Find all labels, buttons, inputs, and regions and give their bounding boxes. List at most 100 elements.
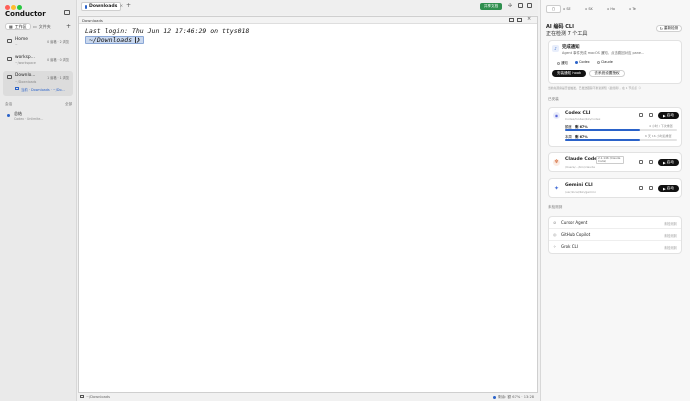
notify-note: 当前先观察是否会触发，已发送跟踪不重复通知（最终用），在 1 节点点（） bbox=[548, 86, 643, 90]
panel-title: AI 编码 CLI bbox=[546, 24, 574, 30]
refresh-button[interactable]: ↻ 重新检测 bbox=[656, 25, 682, 32]
maximize-icon[interactable] bbox=[517, 18, 522, 22]
start-claude-button[interactable]: ▶ 启动 bbox=[658, 159, 679, 166]
right-tab-se[interactable]: ▫ SE bbox=[563, 5, 583, 13]
sidebar: Conductor ▦ 工作区 ▭ 文件夹 + Home ~ 0 窗格 · 2 浏览… bbox=[0, 0, 77, 401]
codex-icon: ◉ bbox=[553, 112, 560, 119]
right-tab-ho[interactable]: ▫ Ho bbox=[607, 5, 627, 13]
notify-option-claude[interactable]: Claude bbox=[597, 60, 613, 64]
folder-icon bbox=[80, 395, 84, 398]
workspace-active-pane[interactable]: 当前 · Downloads · ~/Do... bbox=[21, 87, 65, 92]
right-tab-label: SE bbox=[566, 7, 571, 11]
grok-icon: ✧ bbox=[553, 244, 557, 249]
panel-subtitle: 正在检测 7 个工具 bbox=[546, 31, 588, 37]
tool-path: Codex/Codex/bin/codex bbox=[565, 117, 601, 121]
missing-tool-name: GitHub Copilot bbox=[561, 232, 591, 237]
system-settings-button[interactable]: 去系统设置授权 bbox=[589, 70, 625, 77]
tool-card-claude: ✻ Claude Code 2.1.146 (Claude Code) /Use… bbox=[548, 152, 682, 172]
workspace-item-home[interactable]: Home ~ 0 窗格 · 2 浏览 bbox=[3, 35, 73, 49]
sessions-show-all[interactable]: 全部 bbox=[65, 102, 72, 107]
radio-icon bbox=[597, 60, 600, 64]
pane-icon bbox=[15, 87, 19, 90]
copy-icon[interactable] bbox=[639, 160, 643, 164]
bell-icon: ♪ bbox=[552, 45, 559, 52]
session-item[interactable]: 总结 Codex · Unlimite... bbox=[3, 110, 73, 122]
folder-icon[interactable] bbox=[649, 113, 653, 117]
tool-name: Codex CLI bbox=[565, 111, 591, 116]
option-label: Claude bbox=[601, 60, 613, 64]
claude-icon: ✻ bbox=[553, 159, 560, 166]
cursor-icon: ⊘ bbox=[553, 220, 557, 225]
workspace-path: ~/workspace bbox=[15, 61, 36, 65]
meter-note: 6 天 16 小时后重置 bbox=[645, 134, 672, 138]
tab-downloads-label: Downloads bbox=[89, 4, 118, 9]
tab-downloads[interactable]: Downloads × bbox=[81, 2, 123, 11]
play-icon: ▶ bbox=[663, 160, 666, 165]
quota-bar-fill bbox=[565, 139, 641, 141]
sidebar-toggle-icon[interactable] bbox=[64, 10, 70, 15]
missing-tool-row: ⊘ Cursor Agent 未检测到 bbox=[549, 217, 681, 229]
copy-icon[interactable] bbox=[639, 186, 643, 190]
workspace-item-downloads[interactable]: Downlo... ~/Downloads 1 窗格 · 1 浏览 当前 · D… bbox=[3, 71, 73, 96]
sessions-section-label: 会话 bbox=[5, 102, 13, 106]
split-horizontal-icon[interactable] bbox=[518, 3, 523, 8]
installed-section-label: 已安装 bbox=[548, 97, 559, 101]
right-tab-sk[interactable]: ▫ SK bbox=[585, 5, 605, 13]
tab-workspaces[interactable]: ▦ 工作区 bbox=[5, 23, 31, 30]
tab-workspaces-label: 工作区 bbox=[14, 23, 27, 29]
meter-note: 4 小时 / 下次重置 bbox=[649, 124, 673, 128]
missing-tools-list: ⊘ Cursor Agent 未检测到 ◎ GitHub Copilot 未检测… bbox=[548, 216, 682, 254]
workspace-item-workspace[interactable]: worksp... ~/workspace 0 窗格 · 0 浏览 bbox=[3, 53, 73, 67]
workspace-badges: 1 窗格 · 1 浏览 bbox=[47, 76, 69, 80]
folder-icon bbox=[85, 4, 87, 9]
folder-icon[interactable] bbox=[649, 186, 653, 190]
terminal-cursor bbox=[135, 37, 136, 43]
copy-icon[interactable] bbox=[639, 113, 643, 117]
pane-title: Downloads bbox=[82, 17, 103, 23]
radio-icon bbox=[557, 61, 560, 65]
missing-tool-name: Grok CLI bbox=[561, 244, 578, 249]
start-gemini-button[interactable]: ▶ 启动 bbox=[658, 185, 679, 192]
start-label: 启动 bbox=[666, 160, 674, 164]
new-tab-button[interactable]: + bbox=[126, 2, 131, 9]
folder-icon[interactable] bbox=[649, 160, 653, 164]
play-icon: ▶ bbox=[663, 186, 666, 191]
folder-icon bbox=[7, 39, 12, 43]
start-codex-button[interactable]: ▶ 启动 bbox=[658, 112, 679, 119]
notify-option-notify[interactable]: 通知 bbox=[557, 60, 568, 65]
missing-tool-name: Cursor Agent bbox=[561, 220, 588, 225]
install-hook-button[interactable]: 安装通知 hook bbox=[552, 70, 586, 77]
close-tab-icon[interactable]: × bbox=[119, 4, 123, 9]
missing-tool-status: 未检测到 bbox=[664, 245, 677, 250]
add-workspace-icon[interactable]: + bbox=[66, 23, 71, 30]
app-title: Conductor bbox=[5, 10, 46, 18]
notify-desc: Agent 事件完成 macOS 通知，点击跳回对应 pane... bbox=[562, 51, 645, 55]
right-tab-ai[interactable]: ▢ bbox=[546, 5, 561, 13]
missing-tool-status: 未检测到 bbox=[664, 233, 677, 238]
share-button[interactable]: 共享文档 bbox=[480, 3, 502, 10]
status-quota: 剩余: 额 67% · 13:28 bbox=[498, 394, 535, 399]
split-vertical-icon[interactable] bbox=[527, 3, 532, 8]
status-path: ~/Downloads bbox=[86, 394, 110, 399]
tab-bar: Downloads × + 共享文档 ✢ bbox=[78, 0, 538, 15]
workspace-badges: 0 窗格 · 0 浏览 bbox=[47, 58, 69, 62]
doc-icon: ▫ bbox=[563, 7, 566, 11]
terminal-pane[interactable]: Downloads × Last login: Thu Jun 12 17:46… bbox=[78, 16, 538, 393]
tab-folders[interactable]: ▭ 文件夹 bbox=[30, 23, 54, 30]
split-icon[interactable] bbox=[509, 18, 514, 22]
close-pane-icon[interactable]: × bbox=[527, 16, 531, 22]
session-status-dot bbox=[7, 114, 10, 117]
folder-icon bbox=[7, 57, 12, 61]
right-tab-te[interactable]: ▫ Te bbox=[629, 5, 649, 13]
tool-card-gemini: ✦ Gemini CLI /usr/local/bin/gemini ▶ 启动 bbox=[548, 178, 682, 198]
notify-option-codex[interactable]: Codex bbox=[575, 60, 590, 64]
plus-icon[interactable]: ✢ bbox=[508, 3, 512, 9]
missing-tool-status: 未检测到 bbox=[664, 221, 677, 226]
missing-tool-row: ✧ Grok CLI 未检测到 bbox=[549, 241, 681, 253]
prompt-path: ~/Downloads bbox=[89, 36, 133, 44]
play-icon: ▶ bbox=[663, 113, 666, 118]
grid-icon: ▦ bbox=[9, 24, 13, 29]
status-dot-icon bbox=[493, 395, 496, 399]
start-label: 启动 bbox=[666, 113, 674, 117]
doc-icon: ▫ bbox=[629, 7, 632, 11]
